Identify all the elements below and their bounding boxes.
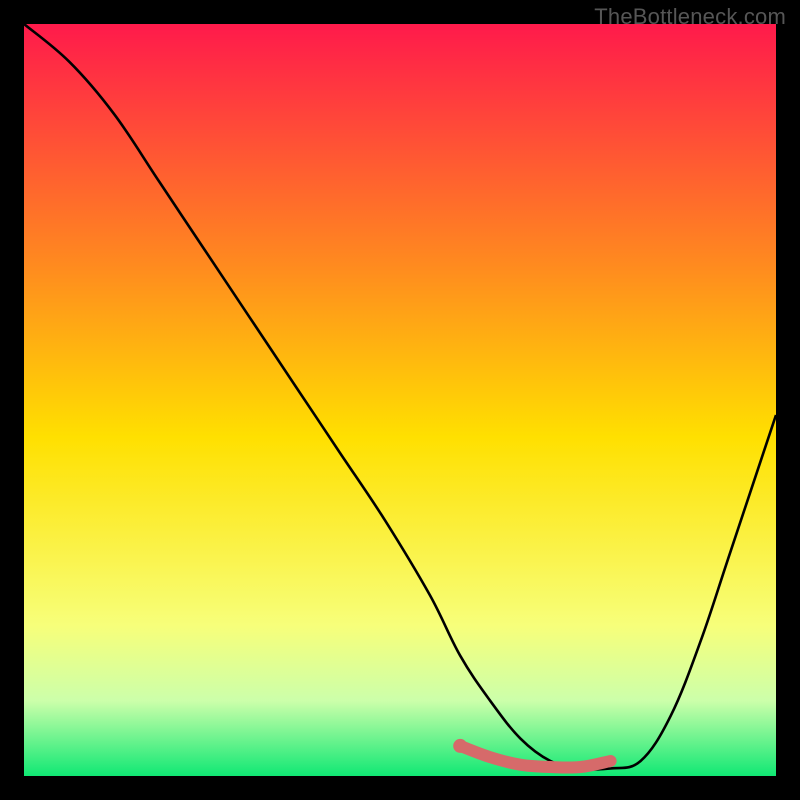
bottleneck-chart <box>0 0 800 800</box>
watermark-text: TheBottleneck.com <box>594 4 786 30</box>
optimal-start-marker <box>453 739 467 753</box>
plot-background <box>24 24 776 776</box>
chart-frame: { "watermark": "TheBottleneck.com", "col… <box>0 0 800 800</box>
